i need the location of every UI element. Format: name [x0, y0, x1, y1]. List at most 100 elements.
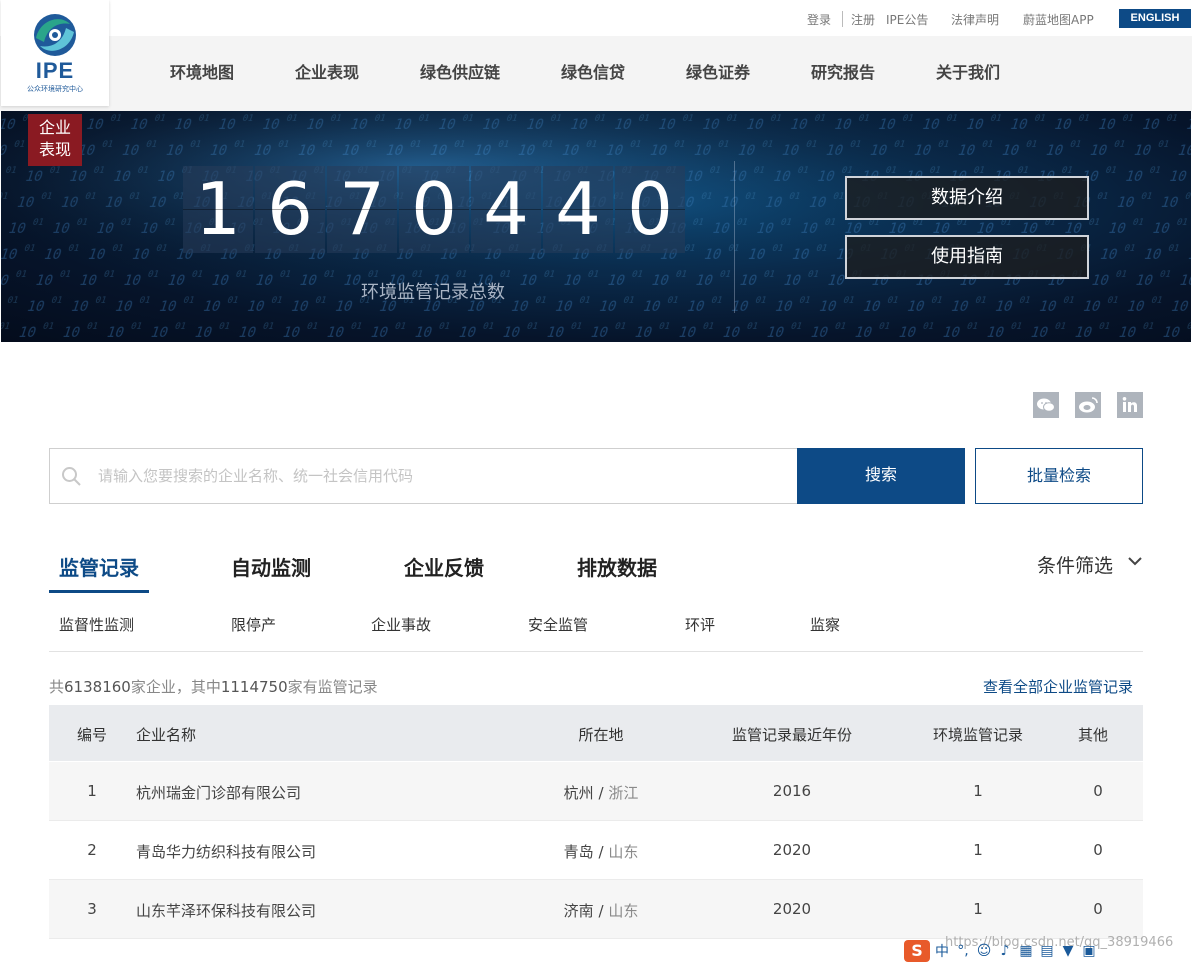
nav-item-securities[interactable]: 绿色证券 [686, 59, 750, 83]
tab-company-feedback[interactable]: 企业反馈 [404, 552, 484, 581]
data-intro-button[interactable]: 数据介绍 [845, 176, 1089, 220]
search-button[interactable]: 搜索 [797, 448, 965, 504]
cell-records[interactable]: 1 [973, 782, 983, 800]
subtab-production-limit[interactable]: 限停产 [231, 614, 276, 635]
table-row[interactable]: 2 青岛华力纺织科技有限公司 青岛 / 山东 2020 1 0 [49, 821, 1143, 880]
top-utility-bar: 登录 注册 IPE公告 法律声明 蔚蓝地图APP ENGLISH [0, 0, 1192, 36]
legal-link[interactable]: 法律声明 [951, 11, 999, 28]
chevron-down-icon[interactable] [1128, 556, 1142, 566]
cell-records[interactable]: 1 [973, 841, 983, 859]
cell-no: 1 [87, 782, 97, 800]
cell-year: 2016 [772, 782, 812, 800]
location-separator: / [598, 902, 604, 920]
divider [49, 651, 1143, 652]
subtab-safety[interactable]: 安全监管 [528, 614, 588, 635]
cell-year: 2020 [772, 841, 812, 859]
cell-city[interactable]: 济南 [564, 902, 594, 920]
app-link[interactable]: 蔚蓝地图APP [1023, 11, 1094, 28]
active-tab-indicator [49, 590, 149, 593]
counter-digit: 0 [399, 166, 469, 253]
counter-digit: 7 [327, 166, 397, 253]
cell-company-name[interactable]: 山东芊泽环保科技有限公司 [136, 900, 316, 921]
english-button[interactable]: ENGLISH [1119, 9, 1191, 28]
cell-company-name[interactable]: 杭州瑞金门诊部有限公司 [136, 782, 301, 803]
counter-digit: 0 [615, 166, 685, 253]
logo-subtitle: 公众环境研究中心 [27, 85, 83, 93]
record-count: 1114750 [220, 678, 288, 696]
skin-icon[interactable]: ▼ [1059, 943, 1077, 959]
search-input[interactable] [98, 449, 788, 503]
col-header-no[interactable]: 编号 [77, 724, 107, 745]
view-all-link[interactable]: 查看全部企业监管记录 [983, 676, 1133, 697]
announcement-link[interactable]: IPE公告 [886, 11, 928, 28]
subtab-supervisory-monitoring[interactable]: 监督性监测 [59, 614, 134, 635]
nav-item-reports[interactable]: 研究报告 [811, 59, 875, 83]
col-header-records[interactable]: 环境监管记录 [933, 724, 1023, 745]
linkedin-icon[interactable] [1117, 392, 1143, 418]
col-header-name[interactable]: 企业名称 [136, 724, 196, 745]
cell-province[interactable]: 山东 [608, 902, 638, 920]
summary-mid: 家企业，其中 [130, 678, 221, 696]
nav-item-map[interactable]: 环境地图 [170, 59, 234, 83]
nav-item-performance[interactable]: 企业表现 [295, 59, 359, 83]
cell-other[interactable]: 0 [1093, 841, 1103, 859]
weibo-icon[interactable] [1075, 392, 1101, 418]
sogou-logo-icon[interactable]: S [904, 940, 930, 962]
tab-auto-monitoring[interactable]: 自动监测 [231, 552, 311, 581]
col-header-location[interactable]: 所在地 [578, 724, 623, 745]
microphone-icon[interactable]: ♪ [996, 943, 1014, 959]
col-header-other[interactable]: 其他 [1078, 724, 1108, 745]
register-link[interactable]: 注册 [851, 11, 875, 28]
summary-prefix: 共 [49, 678, 65, 696]
keyboard-icon[interactable]: ▦ [1017, 943, 1035, 959]
main-nav: 环境地图 企业表现 绿色供应链 绿色信贷 绿色证券 研究报告 关于我们 [0, 36, 1192, 111]
cell-no: 2 [87, 841, 97, 859]
cell-other[interactable]: 0 [1093, 782, 1103, 800]
total-count: 6138160 [64, 678, 131, 696]
tab-regulatory-records[interactable]: 监管记录 [59, 552, 139, 581]
section-tag-label: 企业表现 [38, 118, 71, 159]
menu-grid-icon[interactable]: ▣ [1080, 943, 1098, 959]
batch-search-button[interactable]: 批量检索 [975, 448, 1143, 504]
subtab-incidents[interactable]: 企业事故 [371, 614, 431, 635]
nav-item-supply-chain[interactable]: 绿色供应链 [420, 59, 500, 83]
punctuation-icon[interactable]: °, [954, 943, 972, 959]
user-guide-button[interactable]: 使用指南 [845, 235, 1089, 279]
ime-mode-label[interactable]: 中 [933, 941, 951, 961]
cell-city[interactable]: 青岛 [564, 843, 594, 861]
logo[interactable]: IPE 公众环境研究中心 [1, 0, 109, 106]
cell-no: 3 [87, 900, 97, 918]
subtab-inspection[interactable]: 监察 [810, 614, 840, 635]
cell-province[interactable]: 浙江 [608, 784, 638, 802]
logo-emblem-icon [34, 14, 76, 56]
cell-location: 济南 / 山东 [564, 900, 639, 921]
counter-label: 环境监管记录总数 [361, 282, 505, 303]
location-separator: / [598, 843, 604, 861]
col-header-latest-year[interactable]: 监管记录最近年份 [732, 724, 852, 745]
cell-location: 青岛 / 山东 [564, 841, 639, 862]
cell-records[interactable]: 1 [973, 900, 983, 918]
wechat-icon[interactable] [1033, 392, 1059, 418]
toolbox-icon[interactable]: ▤ [1038, 943, 1056, 959]
tab-emission-data[interactable]: 排放数据 [577, 552, 657, 581]
nav-item-credit[interactable]: 绿色信贷 [561, 59, 625, 83]
search-icon [62, 467, 81, 486]
cell-province[interactable]: 山东 [608, 843, 638, 861]
logo-text: IPE [35, 58, 75, 83]
cell-city[interactable]: 杭州 [564, 784, 594, 802]
counter-digit: 1 [183, 166, 253, 253]
login-link[interactable]: 登录 [807, 11, 831, 28]
table-row[interactable]: 1 杭州瑞金门诊部有限公司 杭州 / 浙江 2016 1 0 [49, 762, 1143, 821]
record-counter: 1 6 7 0 4 4 0 [183, 166, 685, 253]
ime-toolbar: S 中 °, ☺ ♪ ▦ ▤ ▼ ▣ [904, 939, 1098, 963]
nav-item-about[interactable]: 关于我们 [936, 59, 1000, 83]
table-row[interactable]: 3 山东芊泽环保科技有限公司 济南 / 山东 2020 1 0 [49, 880, 1143, 939]
filter-toggle[interactable]: 条件筛选 [1037, 551, 1113, 578]
emoji-icon[interactable]: ☺ [975, 943, 993, 959]
subtab-eia[interactable]: 环评 [685, 614, 715, 635]
cell-company-name[interactable]: 青岛华力纺织科技有限公司 [136, 841, 316, 862]
divider [842, 11, 843, 27]
cell-year: 2020 [772, 900, 812, 918]
counter-digit: 4 [543, 166, 613, 253]
cell-other[interactable]: 0 [1093, 900, 1103, 918]
